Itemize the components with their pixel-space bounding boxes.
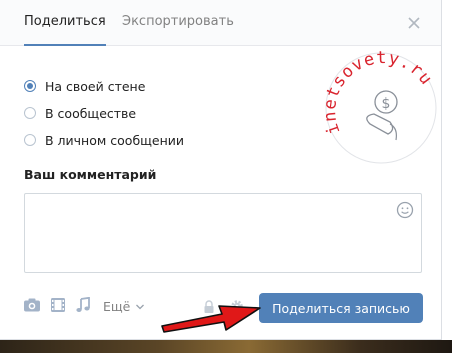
comment-textarea[interactable] (24, 193, 422, 273)
music-note-icon (76, 296, 90, 312)
option-label: На своей стене (45, 78, 146, 94)
close-button[interactable] (402, 11, 426, 35)
attach-video-button[interactable] (50, 297, 66, 317)
radio-button-checked[interactable] (24, 80, 36, 92)
radio-button[interactable] (24, 134, 36, 146)
attach-photo-button[interactable] (23, 297, 41, 317)
attach-audio-button[interactable] (76, 296, 90, 317)
radio-button[interactable] (24, 107, 36, 119)
camera-icon (24, 298, 40, 312)
more-attachments-dropdown[interactable]: Ещё (103, 299, 145, 314)
option-label: В личном сообщении (45, 132, 185, 148)
background-photo-strip (0, 340, 452, 353)
svg-text:$: $ (382, 96, 391, 112)
smiley-icon (396, 201, 414, 219)
inetsovety-watermark-logo: inetsovety.ru $ (320, 48, 437, 164)
dialog-header: Поделиться Экспортировать (0, 0, 441, 46)
film-icon (51, 298, 65, 312)
pointer-arrow-annotation (161, 305, 261, 333)
close-icon (408, 17, 420, 29)
option-community[interactable]: В сообществе (24, 104, 136, 122)
tab-export[interactable]: Экспортировать (122, 0, 234, 45)
emoji-button[interactable] (396, 201, 414, 219)
share-post-button[interactable]: Поделиться записью (259, 293, 423, 323)
option-own-wall[interactable]: На своей стене (24, 77, 145, 95)
chevron-down-icon (136, 304, 145, 309)
more-label: Ещё (103, 299, 131, 314)
tab-share[interactable]: Поделиться (24, 0, 106, 46)
option-private-message[interactable]: В личном сообщении (24, 131, 184, 149)
comment-label: Ваш комментарий (24, 167, 157, 182)
option-label: В сообществе (45, 105, 137, 121)
